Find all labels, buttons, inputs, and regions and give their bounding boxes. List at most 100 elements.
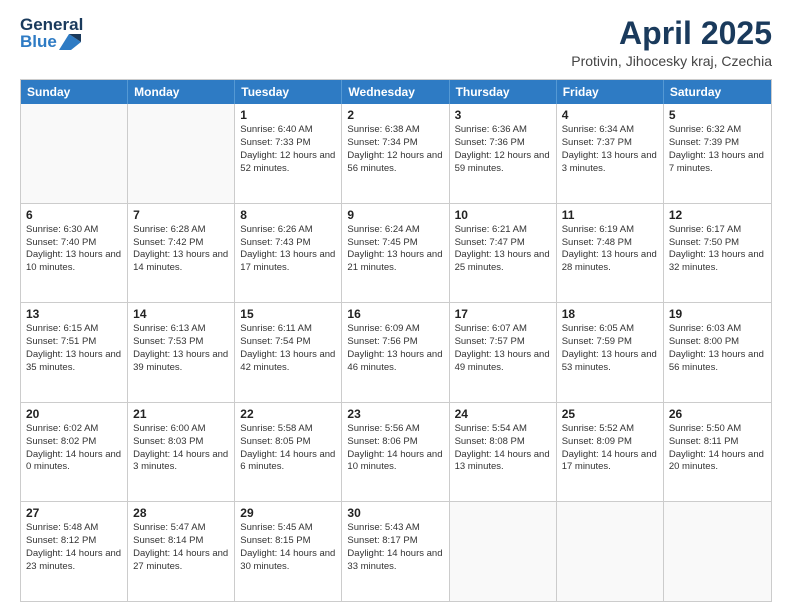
calendar-row: 20Sunrise: 6:02 AM Sunset: 8:02 PM Dayli… xyxy=(21,403,771,503)
day-detail: Sunrise: 5:48 AM Sunset: 8:12 PM Dayligh… xyxy=(26,522,122,573)
weekday-header: Thursday xyxy=(450,80,557,104)
day-detail: Sunrise: 6:09 AM Sunset: 7:56 PM Dayligh… xyxy=(347,323,443,374)
calendar-cell: 24 Sunrise: 5:54 AM Sunset: 8:08 PM Dayli… xyxy=(450,403,557,502)
day-number: 9 xyxy=(347,208,443,222)
day-detail: Sunrise: 6:15 AM Sunset: 7:51 PM Dayligh… xyxy=(26,323,122,374)
day-detail: Sunrise: 5:47 AM Sunset: 8:14 PM Dayligh… xyxy=(133,522,229,573)
day-detail: Sunrise: 6:13 AM Sunset: 7:53 PM Dayligh… xyxy=(133,323,229,374)
calendar-cell: 8Sunrise: 6:26 AM Sunset: 7:43 PM Daylig… xyxy=(235,204,342,303)
page: General Blue April 2025 Protivin, Jihoce… xyxy=(0,0,792,612)
day-number: 10 xyxy=(455,208,551,222)
day-detail: Sunrise: 6:21 AM Sunset: 7:47 PM Dayligh… xyxy=(455,224,551,275)
calendar-cell: 4 Sunrise: 6:34 AM Sunset: 7:37 PM Daylig… xyxy=(557,104,664,203)
calendar-cell: 22 Sunrise: 5:58 AM Sunset: 8:05 PM Dayli… xyxy=(235,403,342,502)
calendar-cell: 5 Sunrise: 6:32 AM Sunset: 7:39 PM Daylig… xyxy=(664,104,771,203)
calendar-cell: 25 Sunrise: 5:52 AM Sunset: 8:09 PM Dayli… xyxy=(557,403,664,502)
day-detail: Sunrise: 6:36 AM Sunset: 7:36 PM Dayligh… xyxy=(455,124,551,175)
calendar-cell: 1 Sunrise: 6:40 AM Sunset: 7:33 PM Daylig… xyxy=(235,104,342,203)
day-detail: Sunrise: 6:28 AM Sunset: 7:42 PM Dayligh… xyxy=(133,224,229,275)
day-number: 3 xyxy=(455,108,551,122)
day-number: 18 xyxy=(562,307,658,321)
day-detail: Sunrise: 5:43 AM Sunset: 8:17 PM Dayligh… xyxy=(347,522,443,573)
calendar-cell: 6 Sunrise: 6:30 AM Sunset: 7:40 PM Daylig… xyxy=(21,204,128,303)
calendar-cell: 27 Sunrise: 5:48 AM Sunset: 8:12 PM Dayli… xyxy=(21,502,128,601)
day-number: 6 xyxy=(26,208,122,222)
day-detail: Sunrise: 6:00 AM Sunset: 8:03 PM Dayligh… xyxy=(133,423,229,474)
logo-icon xyxy=(59,34,81,50)
day-detail: Sunrise: 6:17 AM Sunset: 7:50 PM Dayligh… xyxy=(669,224,766,275)
day-number: 27 xyxy=(26,506,122,520)
day-number: 22 xyxy=(240,407,336,421)
day-number: 12 xyxy=(669,208,766,222)
day-detail: Sunrise: 6:05 AM Sunset: 7:59 PM Dayligh… xyxy=(562,323,658,374)
calendar-cell: 14Sunrise: 6:13 AM Sunset: 7:53 PM Dayli… xyxy=(128,303,235,402)
logo: General Blue xyxy=(20,16,83,50)
day-number: 4 xyxy=(562,108,658,122)
day-detail: Sunrise: 6:32 AM Sunset: 7:39 PM Dayligh… xyxy=(669,124,766,175)
calendar-cell: 2 Sunrise: 6:38 AM Sunset: 7:34 PM Daylig… xyxy=(342,104,449,203)
calendar-cell: 9 Sunrise: 6:24 AM Sunset: 7:45 PM Daylig… xyxy=(342,204,449,303)
calendar-cell: 28 Sunrise: 5:47 AM Sunset: 8:14 PM Dayli… xyxy=(128,502,235,601)
day-detail: Sunrise: 6:03 AM Sunset: 8:00 PM Dayligh… xyxy=(669,323,766,374)
day-number: 26 xyxy=(669,407,766,421)
calendar-cell xyxy=(128,104,235,203)
calendar-row: 6 Sunrise: 6:30 AM Sunset: 7:40 PM Daylig… xyxy=(21,204,771,304)
day-detail: Sunrise: 6:30 AM Sunset: 7:40 PM Dayligh… xyxy=(26,224,122,275)
day-number: 28 xyxy=(133,506,229,520)
day-number: 5 xyxy=(669,108,766,122)
day-detail: Sunrise: 5:58 AM Sunset: 8:05 PM Dayligh… xyxy=(240,423,336,474)
day-number: 16 xyxy=(347,307,443,321)
day-number: 19 xyxy=(669,307,766,321)
day-number: 17 xyxy=(455,307,551,321)
calendar-cell: 17 Sunrise: 6:07 AM Sunset: 7:57 PM Dayli… xyxy=(450,303,557,402)
calendar-cell: 12 Sunrise: 6:17 AM Sunset: 7:50 PM Dayli… xyxy=(664,204,771,303)
calendar-header: SundayMondayTuesdayWednesdayThursdayFrid… xyxy=(21,80,771,104)
logo-general: General xyxy=(20,16,83,33)
day-number: 8 xyxy=(240,208,336,222)
day-detail: Sunrise: 6:02 AM Sunset: 8:02 PM Dayligh… xyxy=(26,423,122,474)
day-number: 2 xyxy=(347,108,443,122)
day-detail: Sunrise: 6:11 AM Sunset: 7:54 PM Dayligh… xyxy=(240,323,336,374)
calendar-cell: 3 Sunrise: 6:36 AM Sunset: 7:36 PM Daylig… xyxy=(450,104,557,203)
calendar-row: 13 Sunrise: 6:15 AM Sunset: 7:51 PM Dayli… xyxy=(21,303,771,403)
day-number: 1 xyxy=(240,108,336,122)
calendar-cell: 13 Sunrise: 6:15 AM Sunset: 7:51 PM Dayli… xyxy=(21,303,128,402)
calendar-row: 27 Sunrise: 5:48 AM Sunset: 8:12 PM Dayli… xyxy=(21,502,771,601)
day-number: 11 xyxy=(562,208,658,222)
day-number: 25 xyxy=(562,407,658,421)
calendar: SundayMondayTuesdayWednesdayThursdayFrid… xyxy=(20,79,772,602)
calendar-cell: 20Sunrise: 6:02 AM Sunset: 8:02 PM Dayli… xyxy=(21,403,128,502)
calendar-body: 1 Sunrise: 6:40 AM Sunset: 7:33 PM Daylig… xyxy=(21,104,771,601)
calendar-cell: 30 Sunrise: 5:43 AM Sunset: 8:17 PM Dayli… xyxy=(342,502,449,601)
weekday-header: Tuesday xyxy=(235,80,342,104)
day-number: 7 xyxy=(133,208,229,222)
logo-blue: Blue xyxy=(20,33,57,50)
day-detail: Sunrise: 6:38 AM Sunset: 7:34 PM Dayligh… xyxy=(347,124,443,175)
weekday-header: Monday xyxy=(128,80,235,104)
day-number: 30 xyxy=(347,506,443,520)
day-detail: Sunrise: 6:24 AM Sunset: 7:45 PM Dayligh… xyxy=(347,224,443,275)
header: General Blue April 2025 Protivin, Jihoce… xyxy=(20,16,772,69)
title-block: April 2025 Protivin, Jihocesky kraj, Cze… xyxy=(571,16,772,69)
day-detail: Sunrise: 6:19 AM Sunset: 7:48 PM Dayligh… xyxy=(562,224,658,275)
day-detail: Sunrise: 5:54 AM Sunset: 8:08 PM Dayligh… xyxy=(455,423,551,474)
calendar-cell: 10 Sunrise: 6:21 AM Sunset: 7:47 PM Dayli… xyxy=(450,204,557,303)
calendar-cell: 19 Sunrise: 6:03 AM Sunset: 8:00 PM Dayli… xyxy=(664,303,771,402)
month-title: April 2025 xyxy=(571,16,772,51)
day-number: 21 xyxy=(133,407,229,421)
day-number: 13 xyxy=(26,307,122,321)
calendar-row: 1 Sunrise: 6:40 AM Sunset: 7:33 PM Daylig… xyxy=(21,104,771,204)
calendar-cell: 18 Sunrise: 6:05 AM Sunset: 7:59 PM Dayli… xyxy=(557,303,664,402)
day-detail: Sunrise: 6:40 AM Sunset: 7:33 PM Dayligh… xyxy=(240,124,336,175)
calendar-cell: 23Sunrise: 5:56 AM Sunset: 8:06 PM Dayli… xyxy=(342,403,449,502)
day-number: 29 xyxy=(240,506,336,520)
calendar-cell: 21 Sunrise: 6:00 AM Sunset: 8:03 PM Dayli… xyxy=(128,403,235,502)
day-detail: Sunrise: 5:52 AM Sunset: 8:09 PM Dayligh… xyxy=(562,423,658,474)
day-number: 24 xyxy=(455,407,551,421)
day-detail: Sunrise: 6:07 AM Sunset: 7:57 PM Dayligh… xyxy=(455,323,551,374)
day-detail: Sunrise: 6:34 AM Sunset: 7:37 PM Dayligh… xyxy=(562,124,658,175)
day-detail: Sunrise: 5:45 AM Sunset: 8:15 PM Dayligh… xyxy=(240,522,336,573)
calendar-cell xyxy=(664,502,771,601)
calendar-cell: 26Sunrise: 5:50 AM Sunset: 8:11 PM Dayli… xyxy=(664,403,771,502)
calendar-cell: 7 Sunrise: 6:28 AM Sunset: 7:42 PM Daylig… xyxy=(128,204,235,303)
